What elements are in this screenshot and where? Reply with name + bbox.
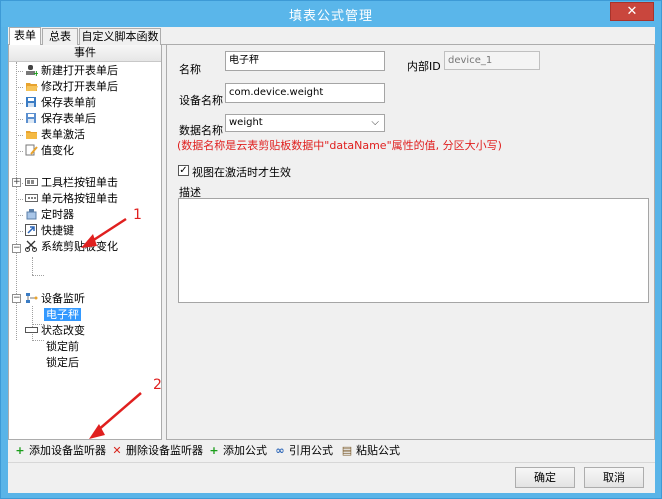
annotation-arrowhead-1 [81,234,97,248]
annotation-label-1: 1 [133,207,142,223]
annotation-arrow-2 [96,392,142,432]
annotation-arrows [81,217,142,439]
tab-form[interactable]: 表单 [9,27,41,45]
dialog-window: 填表公式管理 ✕ 表单 总表 自定义脚本函数 事件 + − − + 新建打开表单… [0,0,662,499]
annotation-label-2: 2 [153,377,162,393]
